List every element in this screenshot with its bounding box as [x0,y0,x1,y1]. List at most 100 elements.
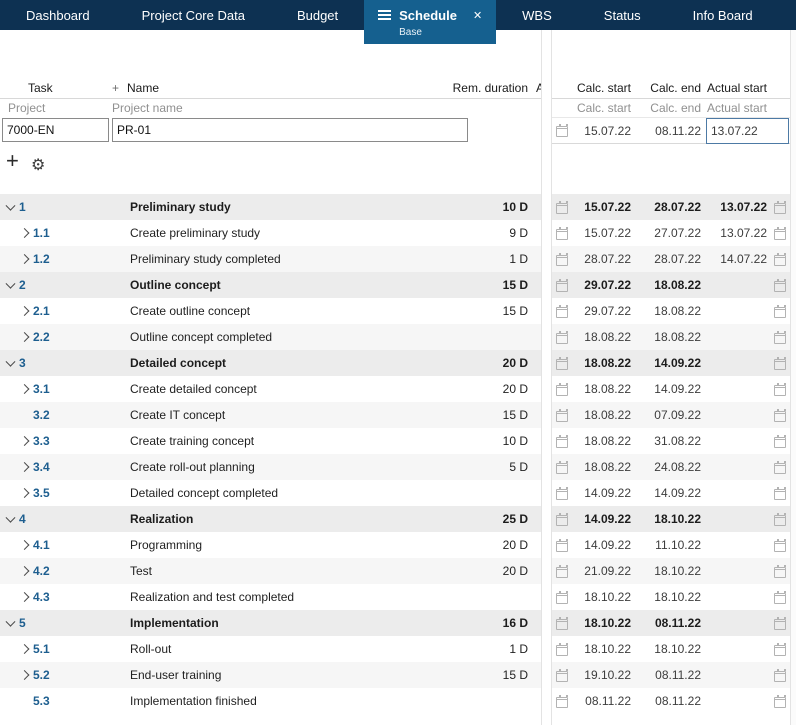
chevron-right-icon[interactable] [19,566,30,576]
tab-budget[interactable]: Budget [271,0,364,30]
task-row[interactable]: 5.3 Implementation finished 08.11.22 08.11.… [0,688,796,714]
calendar-icon[interactable] [556,200,568,214]
calendar-icon[interactable] [774,590,786,604]
task-row[interactable]: 4.2 Test 20 D 21.09.22 18.10.22 [0,558,796,584]
task-row[interactable]: 4.3 Realization and test completed 18.10.2… [0,584,796,610]
calendar-icon[interactable] [774,278,786,292]
project-calc-start[interactable]: 15.07.22 [570,124,636,138]
calendar-icon[interactable] [774,408,786,422]
calendar-icon[interactable] [556,382,568,396]
add-task-button[interactable]: + [6,150,19,172]
calendar-icon[interactable] [556,486,568,500]
calendar-icon[interactable] [774,642,786,656]
calendar-icon[interactable] [774,382,786,396]
calendar-icon[interactable] [556,252,568,266]
calendar-icon[interactable] [556,616,568,630]
chevron-right-icon[interactable] [19,332,30,342]
project-actual-start-input[interactable]: 13.07.22 [706,118,789,144]
pane-splitter[interactable] [541,30,552,725]
tab-dashboard[interactable]: Dashboard [0,0,116,30]
calendar-icon[interactable] [556,538,568,552]
tab-status[interactable]: Status [578,0,667,30]
task-row[interactable]: 5 Implementation 16 D 18.10.22 08.11.22 [0,610,796,636]
chevron-right-icon[interactable] [19,384,30,394]
calendar-icon[interactable] [556,304,568,318]
chevron-down-icon[interactable] [5,278,16,289]
chevron-right-icon[interactable] [19,488,30,498]
task-row[interactable]: 4.1 Programming 20 D 14.09.22 11.10.22 [0,532,796,558]
chevron-right-icon[interactable] [19,592,30,602]
col-header-task[interactable]: Task [28,81,53,95]
project-id-input[interactable] [2,118,109,142]
task-row[interactable]: 1 Preliminary study 10 D 15.07.22 28.07.22 13… [0,194,796,220]
calendar-icon[interactable] [556,564,568,578]
project-name-input[interactable] [112,118,468,142]
calendar-icon[interactable] [774,512,786,526]
calendar-icon[interactable] [556,434,568,448]
calendar-icon[interactable] [556,694,568,708]
calendar-icon[interactable] [556,408,568,422]
col-header-name[interactable]: Name [127,81,159,95]
chevron-right-icon[interactable] [19,670,30,680]
chevron-down-icon[interactable] [5,512,16,523]
calendar-icon[interactable] [774,564,786,578]
col-header-actual-start[interactable]: Actual start [706,81,774,95]
add-column-icon[interactable]: + [112,81,119,95]
calendar-icon[interactable] [774,694,786,708]
calendar-icon[interactable] [556,226,568,240]
calendar-icon[interactable] [774,330,786,344]
calendar-icon[interactable] [556,278,568,292]
calendar-icon[interactable] [556,356,568,370]
tab-project-core-data[interactable]: Project Core Data [116,0,271,30]
task-row[interactable]: 4 Realization 25 D 14.09.22 18.10.22 [0,506,796,532]
close-icon[interactable]: ✕ [473,9,482,22]
task-row[interactable]: 2 Outline concept 15 D 29.07.22 18.08.22 [0,272,796,298]
task-row[interactable]: 3.2 Create IT concept 15 D 18.08.22 07.09.22 [0,402,796,428]
task-row[interactable]: 3.1 Create detailed concept 20 D 18.08.22 14… [0,376,796,402]
calendar-icon[interactable] [556,460,568,474]
task-row[interactable]: 2.2 Outline concept completed 18.08.22 18.0… [0,324,796,350]
calendar-icon[interactable] [774,200,786,214]
chevron-right-icon[interactable] [19,228,30,238]
task-row[interactable]: 3.5 Detailed concept completed 14.09.22 14.… [0,480,796,506]
chevron-right-icon[interactable] [19,254,30,264]
tab-info-board[interactable]: Info Board [667,0,779,30]
calendar-icon[interactable] [556,590,568,604]
chevron-down-icon[interactable] [5,200,16,211]
calendar-icon[interactable] [774,538,786,552]
col-header-rem-duration[interactable]: Rem. duration [453,81,528,95]
task-row[interactable]: 5.2 End-user training 15 D 19.10.22 08.11.22 [0,662,796,688]
calendar-icon[interactable] [774,616,786,630]
col-header-calc-start[interactable]: Calc. start [570,81,636,95]
task-row[interactable]: 1.2 Preliminary study completed 1 D 28.07.2… [0,246,796,272]
chevron-right-icon[interactable] [19,436,30,446]
project-calc-end[interactable]: 08.11.22 [636,124,706,138]
vertical-scrollbar[interactable] [790,30,796,725]
chevron-right-icon[interactable] [19,462,30,472]
task-row[interactable]: 5.1 Roll-out 1 D 18.10.22 18.10.22 [0,636,796,662]
calendar-icon[interactable] [556,512,568,526]
chevron-right-icon[interactable] [19,306,30,316]
calendar-icon[interactable] [556,330,568,344]
task-row[interactable]: 3.4 Create roll-out planning 5 D 18.08.22 24… [0,454,796,480]
task-row[interactable]: 2.1 Create outline concept 15 D 29.07.22 18.… [0,298,796,324]
settings-gear-button[interactable]: ⚙ [31,155,45,175]
calendar-icon[interactable] [774,434,786,448]
tab-schedule[interactable]: Schedule ✕ Base [364,0,497,44]
chevron-down-icon[interactable] [5,616,16,627]
calendar-icon[interactable] [774,486,786,500]
calendar-icon[interactable] [774,252,786,266]
calendar-icon[interactable] [774,460,786,474]
chevron-right-icon[interactable] [19,644,30,654]
calendar-icon[interactable] [556,642,568,656]
calendar-icon[interactable] [774,226,786,240]
task-row[interactable]: 1.1 Create preliminary study 9 D 15.07.22 27… [0,220,796,246]
col-header-calc-end[interactable]: Calc. end [636,81,706,95]
calendar-icon[interactable] [556,124,568,137]
calendar-icon[interactable] [774,304,786,318]
task-row[interactable]: 3 Detailed concept 20 D 18.08.22 14.09.22 [0,350,796,376]
task-row[interactable]: 3.3 Create training concept 10 D 18.08.22 31… [0,428,796,454]
chevron-down-icon[interactable] [5,356,16,367]
calendar-icon[interactable] [774,668,786,682]
tab-wbs[interactable]: WBS [496,0,578,30]
